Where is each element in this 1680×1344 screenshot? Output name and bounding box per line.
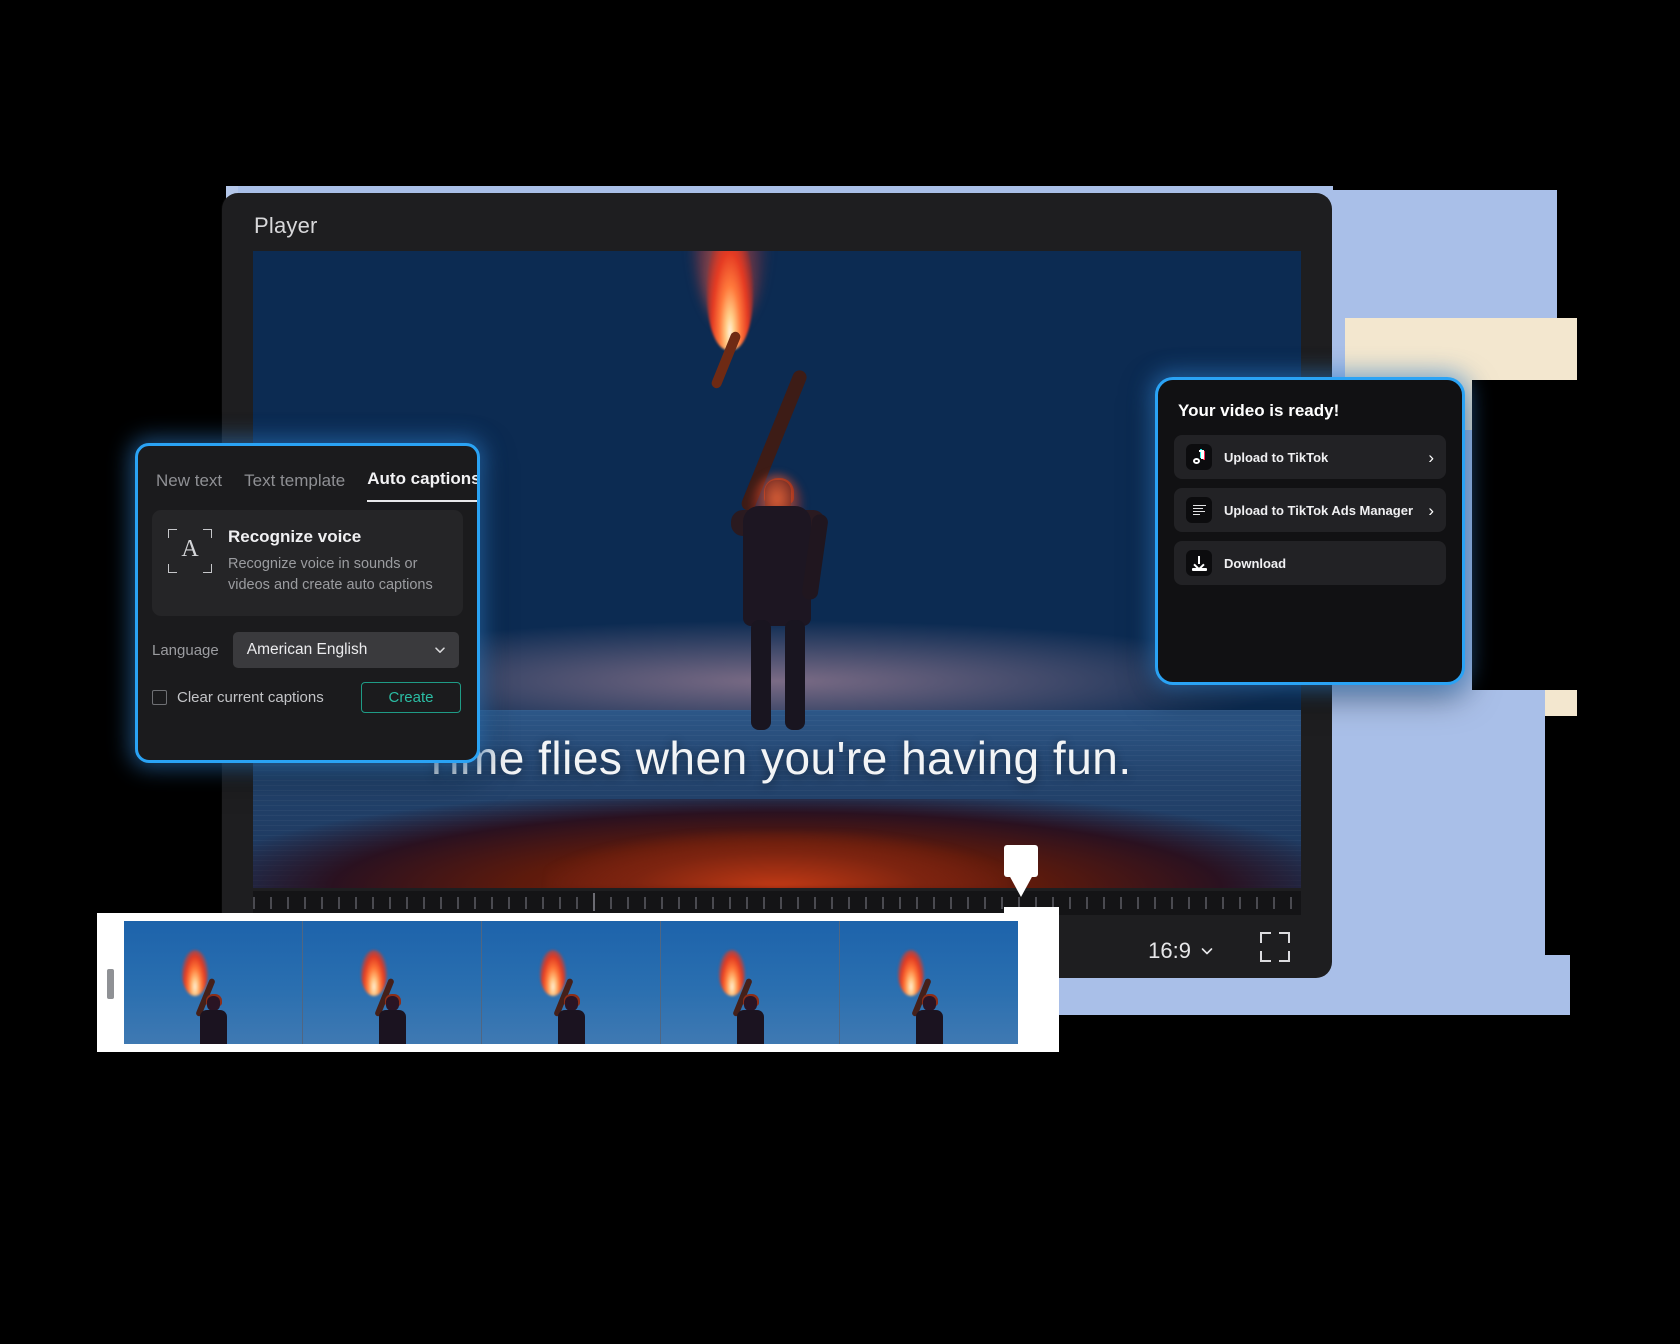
trim-handle-left[interactable]	[107, 969, 114, 999]
export-panel-title: Your video is ready!	[1178, 401, 1340, 420]
tiktok-ads-icon	[1186, 497, 1212, 523]
clear-current-captions-label: Clear current captions	[177, 689, 324, 707]
recognize-voice-description: Recognize voice in sounds or videos and …	[228, 556, 433, 594]
chevron-right-icon: ›	[1428, 500, 1434, 520]
ground-glow	[546, 830, 1008, 888]
export-row-label: Upload to TikTok Ads Manager	[1224, 502, 1414, 518]
bg-shape-dark-right	[1472, 380, 1582, 690]
ruler-marker	[593, 893, 595, 911]
filmstrip-frame[interactable]	[840, 921, 1018, 1044]
filmstrip-frame[interactable]	[303, 921, 482, 1044]
ruler-ticks	[253, 897, 1301, 909]
timeline-ruler[interactable]	[253, 891, 1301, 915]
download-icon	[1186, 550, 1212, 576]
upload-to-tiktok-button[interactable]: Upload to TikTok ›	[1174, 435, 1446, 479]
figure-torso	[743, 506, 811, 627]
panel-footer: Clear current captions Create	[138, 668, 477, 714]
filmstrip-frame[interactable]	[124, 921, 303, 1044]
filmstrip[interactable]	[124, 921, 1018, 1044]
playhead-marker[interactable]	[1004, 845, 1038, 903]
recognize-voice-glyph: A	[181, 536, 199, 562]
tab-text-template[interactable]: Text template	[244, 471, 345, 502]
figure-leg-right	[785, 620, 805, 731]
aspect-ratio-value: 16:9	[1148, 938, 1191, 963]
filmstrip-frame[interactable]	[482, 921, 661, 1044]
chevron-down-icon	[435, 647, 445, 653]
language-select[interactable]: American English	[232, 632, 459, 669]
figure-leg-left	[751, 620, 771, 731]
language-value: American English	[246, 641, 368, 659]
filmstrip-frame[interactable]	[661, 921, 840, 1044]
language-row: Language American English	[138, 616, 477, 669]
auto-captions-panel: New text Text template Auto captions « A…	[135, 443, 480, 763]
recognize-voice-icon: A	[168, 529, 212, 573]
recognize-voice-card[interactable]: A Recognize voice Recognize voice in sou…	[152, 510, 463, 617]
tab-auto-captions[interactable]: Auto captions	[367, 469, 477, 502]
aspect-ratio-selector[interactable]: 16:9	[1148, 938, 1214, 964]
tab-new-text[interactable]: New text	[156, 471, 222, 502]
create-button[interactable]: Create	[361, 682, 461, 714]
recognize-voice-title: Recognize voice	[228, 527, 362, 546]
download-button[interactable]: Download	[1174, 541, 1446, 585]
timeline-clip[interactable]	[97, 913, 1022, 1052]
chevron-down-icon	[1201, 948, 1213, 955]
export-row-label: Download	[1224, 555, 1287, 571]
export-row-label: Upload to TikTok	[1224, 449, 1329, 465]
page-title: Player	[254, 213, 318, 238]
clear-current-captions-checkbox[interactable]	[152, 690, 167, 706]
screenshot-root: Player Time flies when you're having fun…	[0, 0, 1680, 1344]
tiktok-icon	[1186, 444, 1212, 470]
export-panel: Your video is ready! Upload to TikTok › …	[1155, 377, 1465, 685]
panel-tab-bar: New text Text template Auto captions «	[138, 446, 477, 502]
fullscreen-icon[interactable]	[1260, 932, 1290, 962]
chevron-right-icon: ›	[1428, 447, 1434, 467]
upload-to-tiktok-ads-manager-button[interactable]: Upload to TikTok Ads Manager ›	[1174, 488, 1446, 532]
language-label: Language	[152, 641, 219, 659]
